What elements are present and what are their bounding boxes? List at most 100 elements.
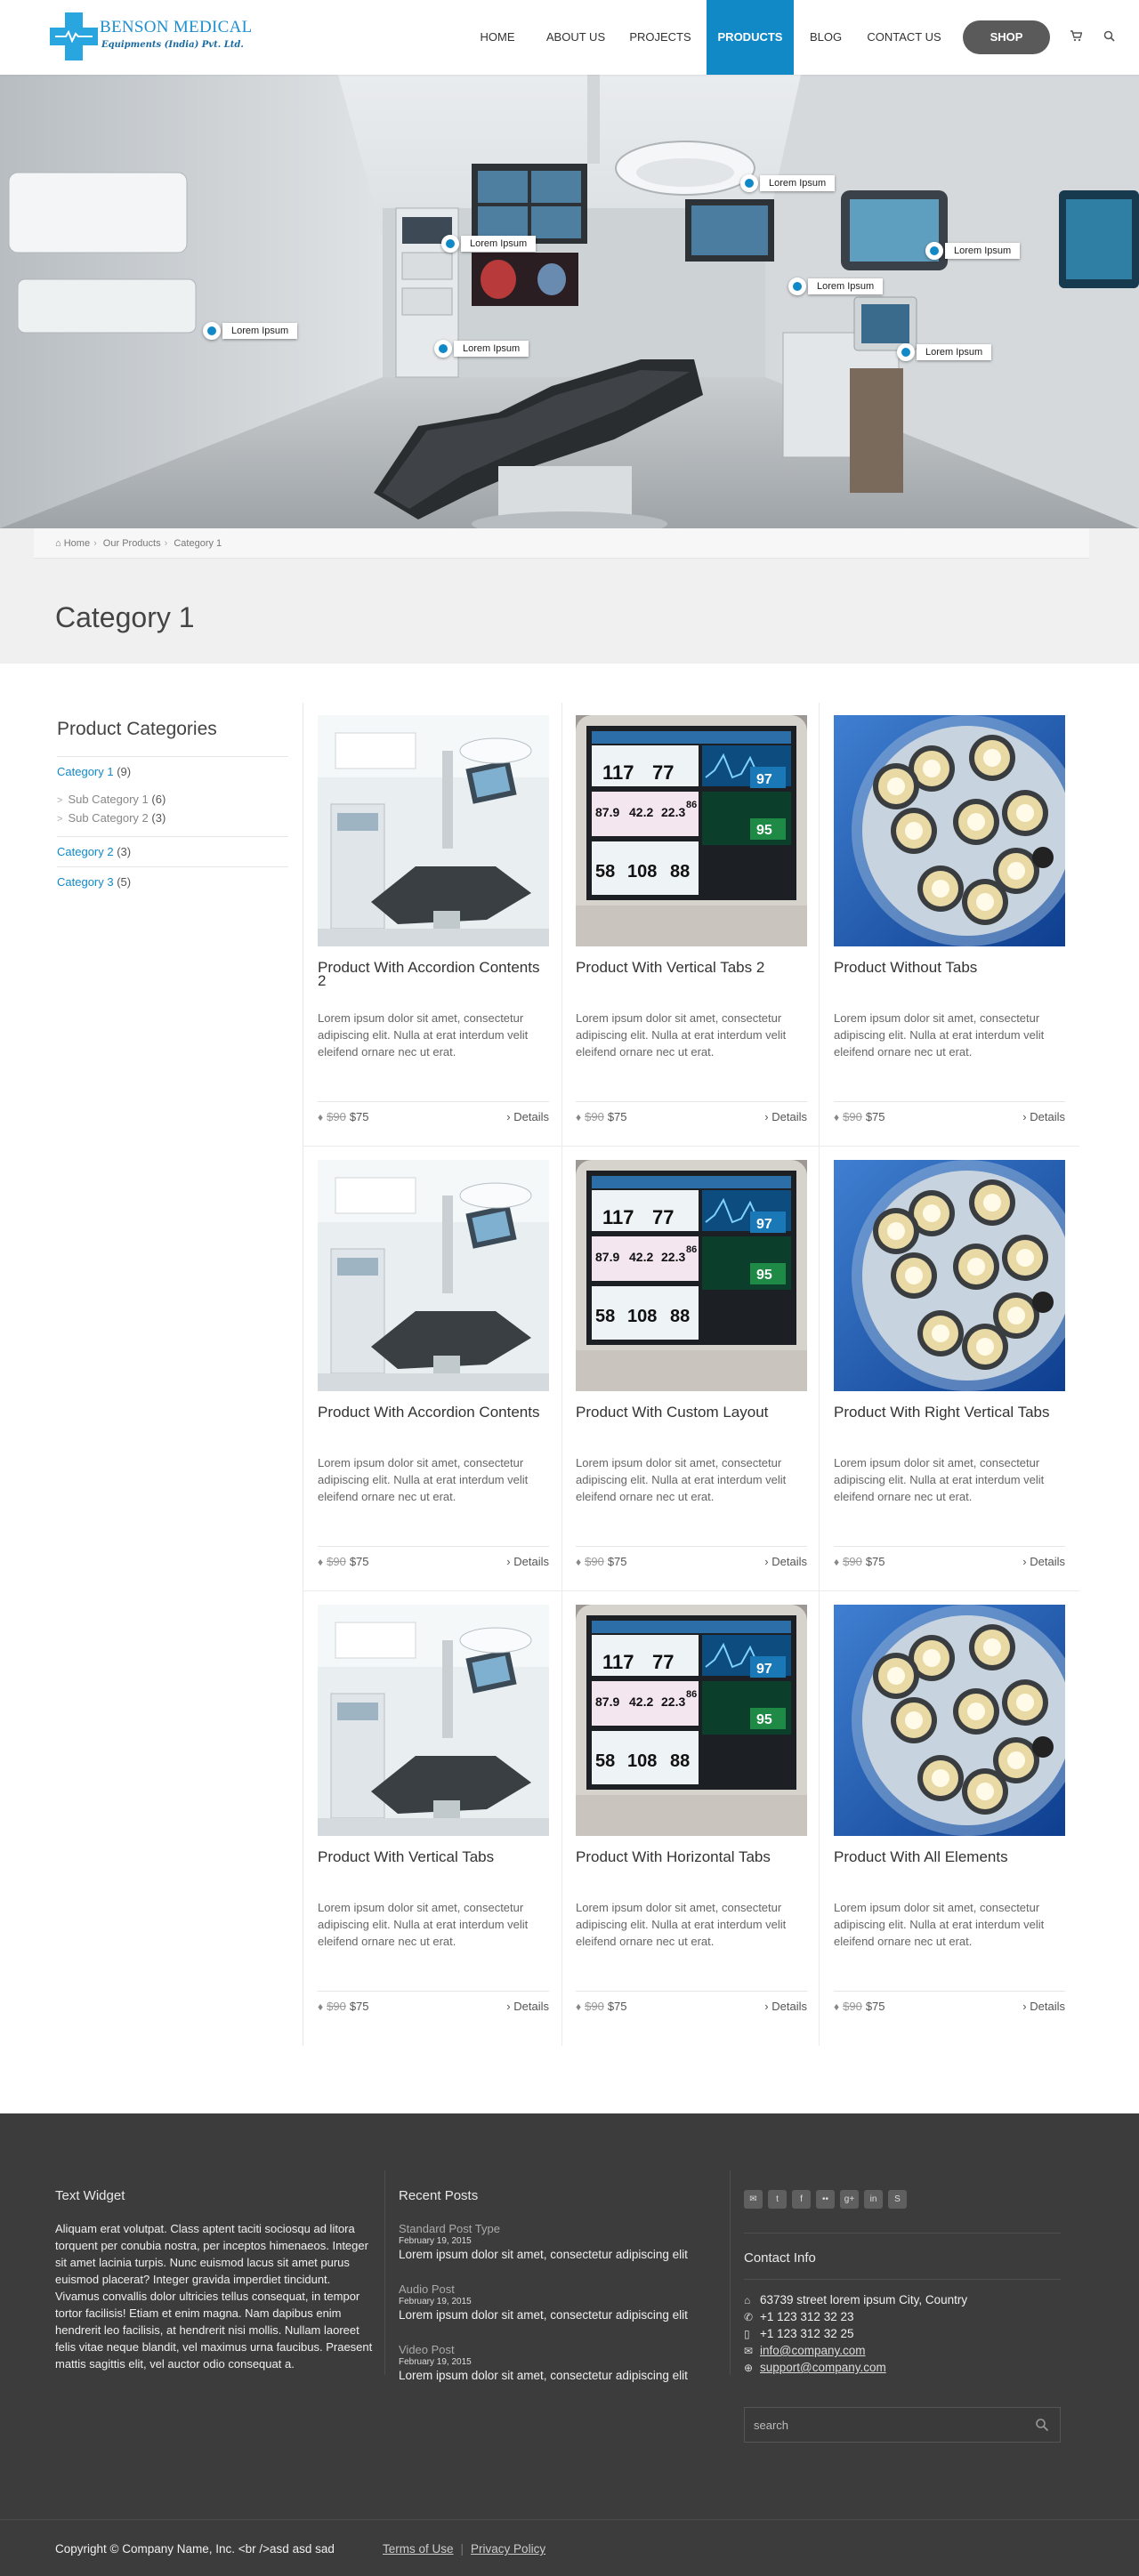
details-link[interactable]: › Details bbox=[1022, 1992, 1065, 2022]
nav-blog[interactable]: Blog bbox=[801, 0, 851, 75]
hero-hotspot[interactable]: Lorem Ipsum bbox=[925, 242, 1021, 260]
product-card: Product With Accordion Contents 2 Lorem i… bbox=[303, 703, 561, 1147]
chevron-right-icon: > bbox=[57, 795, 63, 806]
category-count: (5) bbox=[117, 875, 132, 889]
contact-email: ✉ info@company.com bbox=[744, 2342, 866, 2360]
recent-post[interactable]: Standard Post Type February 19, 2015 Lor… bbox=[399, 2222, 719, 2261]
details-link[interactable]: › Details bbox=[764, 1102, 807, 1132]
product-name[interactable]: Product With Vertical Tabs 2 bbox=[576, 960, 807, 975]
product-image[interactable] bbox=[318, 1605, 549, 1836]
category-item: Category 3 (5) bbox=[57, 866, 288, 897]
product-image[interactable]: 117 77 97 87.9 42.2 22.3 86 95 58 108 88 bbox=[576, 1605, 807, 1836]
old-price: $90 bbox=[327, 2000, 346, 2013]
details-link[interactable]: › Details bbox=[506, 1547, 549, 1577]
nav-products[interactable]: Products bbox=[707, 0, 794, 75]
details-link[interactable]: › Details bbox=[506, 1102, 549, 1132]
product-name[interactable]: Product With Vertical Tabs bbox=[318, 1849, 549, 1864]
product-name[interactable]: Product With Custom Layout bbox=[576, 1405, 807, 1420]
copyright-text: Copyright © Company Name, Inc. <br />asd… bbox=[55, 2542, 335, 2556]
breadcrumb: ⌂ Home › Our Products › Category 1 bbox=[34, 528, 1089, 559]
product-card: 117 77 97 87.9 42.2 22.3 86 95 58 108 88 Product Wi… bbox=[561, 1147, 819, 1592]
facebook-icon[interactable]: f bbox=[792, 2190, 811, 2209]
nav-contact-us[interactable]: Contact Us bbox=[860, 0, 949, 75]
product-name[interactable]: Product Without Tabs bbox=[834, 960, 1065, 975]
product-name[interactable]: Product With All Elements bbox=[834, 1849, 1065, 1864]
old-price: $90 bbox=[585, 2000, 604, 2013]
product-image[interactable]: 117 77 97 87.9 42.2 22.3 86 95 58 108 88 bbox=[576, 1160, 807, 1391]
category-link[interactable]: Category 2 bbox=[57, 845, 114, 858]
social-icons: ✉ t f •• g+ in S bbox=[744, 2190, 907, 2209]
details-link[interactable]: › Details bbox=[1022, 1547, 1065, 1577]
terms-of-use-link[interactable]: Terms of Use bbox=[383, 2542, 454, 2556]
product-image[interactable] bbox=[318, 715, 549, 946]
details-link[interactable]: › Details bbox=[506, 1992, 549, 2022]
hero-hotspot[interactable]: Lorem Ipsum bbox=[740, 174, 836, 192]
sale-price: $75 bbox=[349, 1555, 369, 1568]
hero-hotspot[interactable]: Lorem Ipsum bbox=[203, 322, 298, 340]
svg-text:108: 108 bbox=[627, 1751, 657, 1771]
cart-icon[interactable] bbox=[1067, 28, 1085, 46]
hero-hotspot[interactable]: Lorem Ipsum bbox=[897, 343, 992, 361]
brand-tagline: Equipments (India) Pvt. Ltd. bbox=[101, 40, 244, 50]
svg-text:95: 95 bbox=[756, 823, 772, 838]
nav-home[interactable]: Home bbox=[466, 0, 529, 75]
nav-projects[interactable]: Projects bbox=[623, 0, 698, 75]
product-description: Lorem ipsum dolor sit amet, consectetur … bbox=[834, 1011, 1045, 1059]
product-categories-sidebar: Product Categories Category 1 (9) > Sub C… bbox=[57, 719, 288, 897]
category-link[interactable]: Category 1 bbox=[57, 765, 114, 778]
category-link[interactable]: Category 3 bbox=[57, 875, 114, 889]
mail-icon[interactable]: ✉ bbox=[744, 2190, 763, 2209]
hero-hotspot[interactable]: Lorem Ipsum bbox=[441, 235, 537, 253]
product-name[interactable]: Product With Right Vertical Tabs bbox=[834, 1405, 1065, 1420]
skype-icon[interactable]: S bbox=[888, 2190, 907, 2209]
product-name[interactable]: Product With Accordion Contents bbox=[318, 1405, 549, 1420]
product-description: Lorem ipsum dolor sit amet, consectetur … bbox=[576, 1011, 787, 1059]
product-name[interactable]: Product With Accordion Contents 2 bbox=[318, 960, 549, 988]
svg-text:117: 117 bbox=[602, 1206, 634, 1228]
old-price: $90 bbox=[843, 1110, 862, 1123]
recent-post[interactable]: Video Post February 19, 2015 Lorem ipsum… bbox=[399, 2343, 719, 2382]
product-price-bar: ♦ $90 $75 › Details bbox=[576, 1101, 807, 1131]
privacy-policy-link[interactable]: Privacy Policy bbox=[471, 2542, 545, 2556]
sale-price: $75 bbox=[349, 2000, 369, 2013]
product-image[interactable] bbox=[834, 715, 1065, 946]
product-card: Product With Accordion Contents Lorem ips… bbox=[303, 1147, 561, 1592]
flickr-icon[interactable]: •• bbox=[816, 2190, 835, 2209]
search-icon[interactable] bbox=[1035, 2418, 1049, 2432]
footer-search-input[interactable] bbox=[745, 2408, 1021, 2442]
breadcrumb-our-products[interactable]: Our Products bbox=[103, 538, 161, 549]
details-link[interactable]: › Details bbox=[1022, 1102, 1065, 1132]
mobile-icon: ▯ bbox=[744, 2328, 750, 2340]
search-icon[interactable] bbox=[1100, 28, 1118, 46]
product-image[interactable] bbox=[318, 1160, 549, 1391]
contact-phone: ✆ +1 123 312 32 23 bbox=[744, 2308, 853, 2326]
product-card: Product With Vertical Tabs Lorem ipsum do… bbox=[303, 1592, 561, 2037]
linkedin-icon[interactable]: in bbox=[864, 2190, 883, 2209]
product-image[interactable] bbox=[834, 1605, 1065, 1836]
svg-text:108: 108 bbox=[627, 1307, 657, 1326]
product-image[interactable]: 117 77 97 87.9 42.2 22.3 86 95 58 108 88 bbox=[576, 715, 807, 946]
breadcrumb-home[interactable]: Home bbox=[64, 538, 90, 549]
subcategory-item[interactable]: > Sub Category 1 (6) bbox=[57, 790, 288, 809]
nav-about-us[interactable]: About Us bbox=[537, 0, 614, 75]
hero-hotspot[interactable]: Lorem Ipsum bbox=[788, 278, 884, 295]
old-price: $90 bbox=[843, 2000, 862, 2013]
subcategory-item[interactable]: > Sub Category 2 (3) bbox=[57, 809, 288, 827]
price-tag-icon: ♦ bbox=[834, 1111, 840, 1123]
old-price: $90 bbox=[843, 1555, 862, 1568]
text-widget-title: Text Widget bbox=[55, 2188, 125, 2203]
product-name[interactable]: Product With Horizontal Tabs bbox=[576, 1849, 807, 1864]
twitter-icon[interactable]: t bbox=[768, 2190, 787, 2209]
svg-text:77: 77 bbox=[652, 1206, 674, 1228]
details-link[interactable]: › Details bbox=[764, 1547, 807, 1577]
google-plus-icon[interactable]: g+ bbox=[840, 2190, 859, 2209]
hero-hotspot[interactable]: Lorem Ipsum bbox=[434, 340, 529, 358]
brand-logo[interactable]: BENSON MEDICAL Equipments (India) Pvt. L… bbox=[50, 12, 252, 62]
shop-button[interactable]: Shop bbox=[963, 20, 1050, 54]
details-link[interactable]: › Details bbox=[764, 1992, 807, 2022]
product-image[interactable] bbox=[834, 1160, 1065, 1391]
svg-text:77: 77 bbox=[652, 1651, 674, 1673]
footer-search bbox=[744, 2407, 1061, 2443]
page-title: Category 1 bbox=[55, 601, 195, 633]
recent-post[interactable]: Audio Post February 19, 2015 Lorem ipsum… bbox=[399, 2282, 719, 2322]
